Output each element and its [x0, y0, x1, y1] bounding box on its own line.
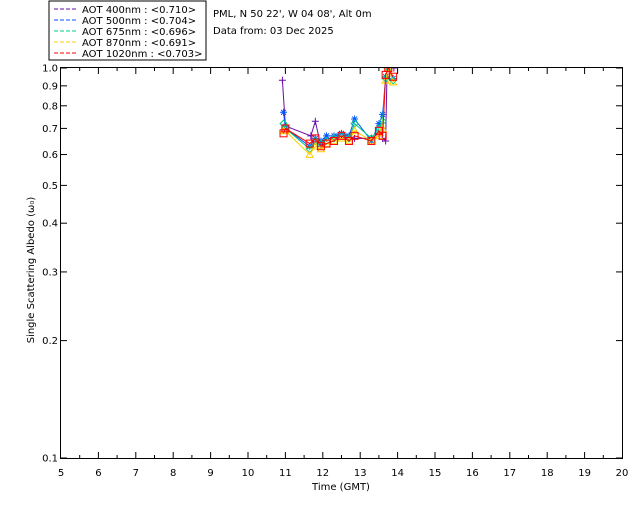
legend-label: AOT 400nm : <0.710> [82, 5, 196, 16]
asterisk-marker [351, 115, 359, 123]
x-tick-label: 19 [578, 468, 591, 479]
x-tick-label: 7 [133, 468, 139, 479]
x-tick-label: 17 [503, 468, 516, 479]
y-tick-label: 0.6 [42, 150, 58, 161]
x-tick-label: 10 [242, 468, 255, 479]
legend-label: AOT 870nm : <0.691> [82, 38, 196, 49]
y-tick-label: 0.5 [42, 181, 58, 192]
plus-marker [311, 117, 319, 125]
axes: 5 6 7 8 9 10 11 12 13 14 15 16 17 18 19 20 0.1 0.2 0.3 0.4 0… [42, 64, 628, 480]
y-tick-label: 0.3 [42, 267, 58, 278]
legend-label: AOT 675nm : <0.696> [82, 27, 196, 38]
x-tick-label: 11 [279, 468, 292, 479]
y-tick-label: 1.0 [42, 64, 58, 75]
y-tick-label: 0.7 [42, 124, 58, 135]
y-tick-label: 0.8 [42, 101, 58, 112]
x-tick-label: 18 [541, 468, 554, 479]
x-tick-label: 5 [58, 468, 64, 479]
y-tick-label: 0.9 [42, 81, 58, 92]
x-tick-label: 8 [170, 468, 176, 479]
x-tick-label: 16 [466, 468, 479, 479]
x-tick-label: 12 [316, 468, 329, 479]
asterisk-marker [280, 108, 288, 116]
y-tick-label: 0.1 [42, 454, 58, 465]
y-tick-label: 0.2 [42, 336, 58, 347]
x-tick-label: 13 [354, 468, 367, 479]
x-tick-label: 15 [429, 468, 442, 479]
legend-label: AOT 500nm : <0.704> [82, 16, 196, 27]
albedo-chart: AOT 400nm : <0.710>AOT 500nm : <0.704>AO… [26, 0, 628, 493]
x-tick-label: 9 [207, 468, 213, 479]
site-info: PML, N 50 22', W 04 08', Alt 0m [213, 9, 372, 20]
x-axis-label: Time (GMT) [311, 482, 370, 493]
plot-frame [60, 67, 623, 459]
series-3 [279, 68, 398, 158]
y-tick-label: 0.4 [42, 219, 58, 230]
legend-label: AOT 1020nm : <0.703> [82, 49, 202, 60]
x-tick-label: 20 [616, 468, 629, 479]
x-tick-label: 6 [95, 468, 101, 479]
x-tick-label: 14 [391, 468, 404, 479]
plus-marker [278, 76, 286, 84]
date-info: Data from: 03 Dec 2025 [213, 26, 334, 37]
y-axis-label: Single Scattering Albedo (ω₀) [26, 197, 37, 344]
series-layer [278, 68, 398, 158]
